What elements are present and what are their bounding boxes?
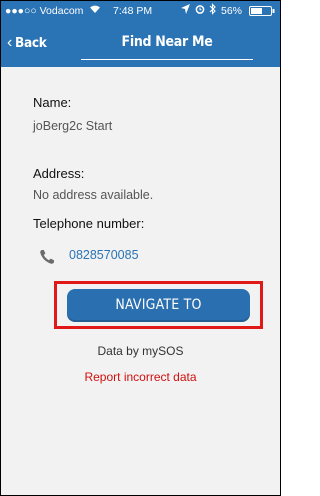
status-time: 7:48 PM xyxy=(113,5,153,17)
navigation-bar: ‹ Back Find Near Me xyxy=(1,21,280,67)
back-label: Back xyxy=(15,35,47,51)
data-credit: Data by mySOS xyxy=(97,344,184,358)
alarm-clock-icon xyxy=(195,4,205,17)
telephone-label: Telephone number: xyxy=(33,216,145,231)
phone-icon xyxy=(39,249,55,265)
chevron-left-icon: ‹ xyxy=(7,34,13,51)
wifi-icon xyxy=(89,4,101,17)
telephone-link[interactable]: 0828570085 xyxy=(69,248,139,262)
page-title: Find Near Me xyxy=(121,34,213,50)
status-bar: ●●●○○ Vodacom 7:48 PM 56% xyxy=(1,1,280,21)
address-label: Address: xyxy=(33,166,85,181)
address-value: No address available. xyxy=(33,188,154,202)
navigate-to-button[interactable]: NAVIGATE TO xyxy=(67,289,250,322)
location-arrow-icon xyxy=(181,4,190,17)
bluetooth-icon xyxy=(209,3,216,18)
report-incorrect-data-link[interactable]: Report incorrect data xyxy=(1,370,280,384)
title-underline xyxy=(81,59,253,60)
phone-screen: ●●●○○ Vodacom 7:48 PM 56% ‹ Back Find Ne… xyxy=(0,0,281,496)
details-panel: Name: joBerg2c Start Address: No address… xyxy=(1,67,280,495)
name-label: Name: xyxy=(33,95,72,110)
battery-icon xyxy=(249,6,275,19)
name-value: joBerg2c Start xyxy=(33,119,113,133)
battery-percent: 56% xyxy=(221,5,243,17)
carrier-label: ●●●○○ Vodacom xyxy=(5,5,84,17)
